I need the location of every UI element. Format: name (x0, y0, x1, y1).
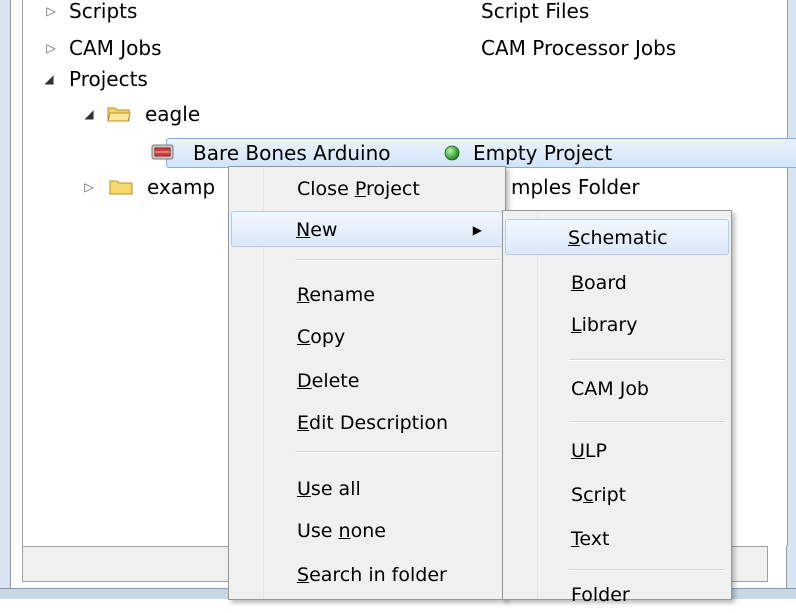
expand-arrow-icon[interactable]: ▷ (43, 33, 59, 63)
submenu-arrow-icon: ▶ (472, 223, 482, 237)
menu-item-search-in-folder[interactable]: Search in folder (231, 557, 503, 593)
project-icon (151, 144, 174, 160)
tree-row-description: Empty Project (473, 141, 613, 165)
collapse-arrow-icon[interactable]: ◢ (81, 99, 97, 129)
new-submenu: Schematic Board Library CAM Job ULP Scri… (502, 210, 732, 606)
menu-item-close-project[interactable]: Close Project (231, 171, 503, 207)
submenu-item-schematic[interactable]: Schematic (505, 219, 729, 255)
open-folder-icon (107, 107, 131, 122)
tree-row-label: Bare Bones Arduino (193, 141, 391, 165)
folder-icon (109, 180, 133, 195)
menu-item-new[interactable]: New ▶ (231, 211, 503, 247)
menu-separator (295, 259, 499, 261)
tree-row-eagle[interactable]: ◢ eagle (23, 99, 783, 129)
menu-separator (569, 569, 725, 571)
tree-row-bare-bones-arduino[interactable]: Bare Bones Arduino Empty Project (23, 138, 783, 168)
submenu-item-text[interactable]: Text (505, 521, 729, 557)
window-frame-left (0, 0, 11, 598)
tree-row-description: CAM Processor Jobs (481, 36, 677, 60)
tree-row-label: Projects (69, 67, 148, 91)
tree-row-projects[interactable]: ◢ Projects (23, 64, 783, 94)
menu-item-copy[interactable]: Copy (231, 319, 503, 355)
expand-arrow-icon[interactable]: ▷ (43, 0, 59, 26)
collapse-arrow-icon[interactable]: ◢ (41, 64, 57, 94)
tree-row-label: CAM Jobs (69, 36, 162, 60)
submenu-item-script[interactable]: Script (505, 477, 729, 513)
tree-row-scripts[interactable]: ▷ Scripts Script Files (23, 0, 783, 26)
expand-arrow-icon[interactable]: ▷ (81, 172, 97, 202)
tree-row-label: eagle (145, 102, 201, 126)
context-menu: Close Project New ▶ Rename Copy Delete E… (228, 166, 506, 600)
tree-row-description: Script Files (481, 0, 590, 23)
menu-item-use-none[interactable]: Use none (231, 513, 503, 549)
tree-row-description: mples Folder (511, 175, 640, 199)
menu-item-use-all[interactable]: Use all (231, 471, 503, 507)
menu-separator (569, 359, 725, 361)
submenu-item-cam-job[interactable]: CAM Job (505, 371, 729, 407)
submenu-item-library[interactable]: Library (505, 307, 729, 343)
tree-row-label: Scripts (69, 0, 138, 23)
submenu-item-board[interactable]: Board (505, 265, 729, 301)
submenu-item-folder[interactable]: Folder (505, 577, 729, 613)
submenu-item-ulp[interactable]: ULP (505, 433, 729, 469)
green-status-icon (444, 145, 460, 161)
tree-row-label: examp (147, 175, 216, 199)
tree-row-cam-jobs[interactable]: ▷ CAM Jobs CAM Processor Jobs (23, 33, 783, 63)
menu-separator (295, 451, 499, 453)
menu-item-edit-description[interactable]: Edit Description (231, 405, 503, 441)
menu-item-delete[interactable]: Delete (231, 363, 503, 399)
menu-item-rename[interactable]: Rename (231, 277, 503, 313)
menu-separator (569, 421, 725, 423)
